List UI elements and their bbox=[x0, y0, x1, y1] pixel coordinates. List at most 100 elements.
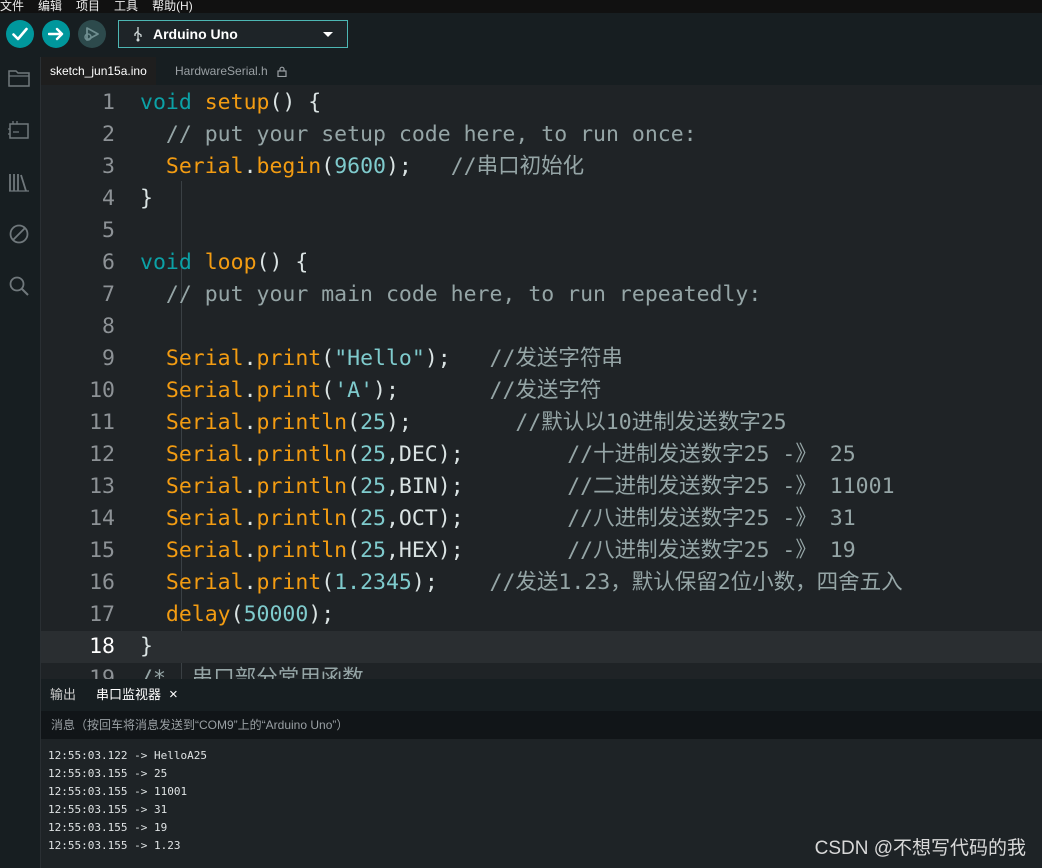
code-text: Serial.println(25,HEX); //八进制发送数字25 -》 1… bbox=[140, 535, 856, 567]
code-token: Serial bbox=[165, 474, 244, 499]
code-token: 25 bbox=[360, 506, 386, 531]
code-token: ); bbox=[385, 154, 451, 179]
tab-label: HardwareSerial.h bbox=[175, 64, 268, 78]
code-text: /* 串口部分常用函数 bbox=[140, 663, 364, 679]
code-token: //发送字符 bbox=[489, 378, 602, 403]
menu-sketch[interactable]: 项目 bbox=[76, 0, 108, 13]
code-line[interactable]: 15 Serial.println(25,HEX); //八进制发送数字25 -… bbox=[41, 535, 1042, 567]
code-token: . bbox=[243, 378, 257, 403]
library-manager-button[interactable] bbox=[6, 169, 32, 195]
line-number: 1 bbox=[102, 90, 115, 115]
usb-icon bbox=[134, 27, 142, 42]
code-line[interactable]: 14 Serial.println(25,OCT); //八进制发送数字25 -… bbox=[41, 503, 1042, 535]
code-line[interactable]: 13 Serial.println(25,BIN); //二进制发送数字25 -… bbox=[41, 471, 1042, 503]
tab-output[interactable]: 输出 bbox=[50, 679, 76, 711]
code-token: 25 bbox=[360, 442, 386, 467]
line-number: 10 bbox=[89, 378, 115, 403]
code-token: //十进制发送数字25 -》 25 bbox=[567, 442, 856, 467]
code-token: void bbox=[140, 90, 192, 115]
code-text: void loop() { bbox=[140, 247, 308, 279]
code-line[interactable]: 11 Serial.println(25); //默认以10进制发送数字25 bbox=[41, 407, 1042, 439]
line-number: 18 bbox=[89, 634, 115, 659]
serial-message-input[interactable]: 消息（按回车将消息发送到“COM9”上的“Arduino Uno”） bbox=[41, 711, 1042, 739]
line-number: 13 bbox=[89, 474, 115, 499]
code-line[interactable]: 16 Serial.print(1.2345); //发送1.23，默认保留2位… bbox=[41, 567, 1042, 599]
code-token: /* 串口部分常用函数 bbox=[140, 666, 364, 679]
boards-manager-button[interactable] bbox=[6, 117, 32, 143]
line-number: 16 bbox=[89, 570, 115, 595]
board-name: Arduino Uno bbox=[153, 26, 238, 42]
code-token: } bbox=[140, 634, 153, 659]
code-line[interactable]: 6 void loop() { bbox=[41, 247, 1042, 279]
line-number: 14 bbox=[89, 506, 115, 531]
search-button[interactable] bbox=[6, 273, 32, 299]
verify-button[interactable] bbox=[6, 20, 34, 48]
menu-tools[interactable]: 工具 bbox=[114, 0, 146, 13]
tab-label: sketch_jun15a.ino bbox=[50, 64, 147, 78]
board-selector[interactable]: Arduino Uno bbox=[118, 20, 348, 48]
toolbar: Arduino Uno bbox=[0, 13, 1042, 57]
code-text: Serial.print("Hello"); //发送字符串 bbox=[140, 343, 623, 375]
code-line[interactable]: 10 Serial.print('A'); //发送字符 bbox=[41, 375, 1042, 407]
code-line[interactable]: 17 delay(50000); bbox=[41, 599, 1042, 631]
line-number: 12 bbox=[89, 442, 115, 467]
folder-icon bbox=[8, 70, 30, 87]
code-line[interactable]: 1 void setup() { bbox=[41, 87, 1042, 119]
upload-button[interactable] bbox=[42, 20, 70, 48]
code-token: println bbox=[256, 474, 348, 499]
line-number: 11 bbox=[89, 410, 115, 435]
code-token: 25 bbox=[360, 410, 386, 435]
tab-hardwareserial[interactable]: HardwareSerial.h bbox=[166, 57, 296, 85]
menu-help[interactable]: 帮助(H) bbox=[152, 0, 201, 13]
code-line[interactable]: 2 // put your setup code here, to run on… bbox=[41, 119, 1042, 151]
code-line[interactable]: 9 Serial.print("Hello"); //发送字符串 bbox=[41, 343, 1042, 375]
editor-tabs: sketch_jun15a.ino HardwareSerial.h bbox=[41, 57, 1042, 85]
code-token: Serial bbox=[165, 442, 244, 467]
tab-serial-monitor[interactable]: 串口监视器 bbox=[96, 679, 161, 711]
code-editor[interactable]: 1 void setup() {2 // put your setup code … bbox=[41, 85, 1042, 679]
code-line[interactable]: 7 // put your main code here, to run rep… bbox=[41, 279, 1042, 311]
code-token: 'A' bbox=[334, 378, 374, 403]
code-token: 50000 bbox=[243, 602, 309, 627]
code-token: print bbox=[256, 570, 322, 595]
code-line[interactable]: 18} bbox=[41, 631, 1042, 663]
line-number: 2 bbox=[102, 122, 115, 147]
tab-sketch[interactable]: sketch_jun15a.ino bbox=[41, 57, 156, 85]
menu-bar: 文件 编辑 项目 工具 帮助(H) bbox=[0, 0, 1042, 13]
code-token: ( bbox=[321, 346, 335, 371]
code-text: // put your main code here, to run repea… bbox=[140, 279, 761, 311]
output-line: 12:55:03.155 -> 1.23 bbox=[48, 839, 181, 852]
code-text: Serial.println(25,BIN); //二进制发送数字25 -》 1… bbox=[140, 471, 895, 503]
code-text: Serial.begin(9600); //串口初始化 bbox=[140, 151, 584, 183]
debug-panel-button[interactable] bbox=[6, 221, 32, 247]
code-token: ( bbox=[321, 378, 335, 403]
menu-file[interactable]: 文件 bbox=[0, 0, 32, 13]
code-token: ( bbox=[321, 570, 335, 595]
code-token: . bbox=[243, 346, 257, 371]
code-token: // put your main code here, to run repea… bbox=[140, 282, 762, 307]
line-number: 15 bbox=[89, 538, 115, 563]
line-number: 19 bbox=[89, 666, 115, 679]
debug-button[interactable] bbox=[78, 20, 106, 48]
menu-edit[interactable]: 编辑 bbox=[38, 0, 70, 13]
code-line[interactable]: 8 bbox=[41, 311, 1042, 343]
code-token: println bbox=[256, 442, 348, 467]
lock-icon bbox=[277, 66, 287, 78]
code-line[interactable]: 12 Serial.println(25,DEC); //十进制发送数字25 -… bbox=[41, 439, 1042, 471]
code-line[interactable]: 5 bbox=[41, 215, 1042, 247]
code-token: ( bbox=[321, 154, 335, 179]
code-token: ( bbox=[347, 410, 361, 435]
sketchbook-button[interactable] bbox=[6, 65, 32, 91]
debug-icon bbox=[84, 27, 99, 41]
code-line[interactable]: 3 Serial.begin(9600); //串口初始化 bbox=[41, 151, 1042, 183]
code-line[interactable]: 4} bbox=[41, 183, 1042, 215]
board-icon bbox=[8, 121, 29, 139]
close-icon[interactable]: × bbox=[169, 679, 178, 711]
code-line[interactable]: 19 /* 串口部分常用函数 bbox=[41, 663, 1042, 679]
